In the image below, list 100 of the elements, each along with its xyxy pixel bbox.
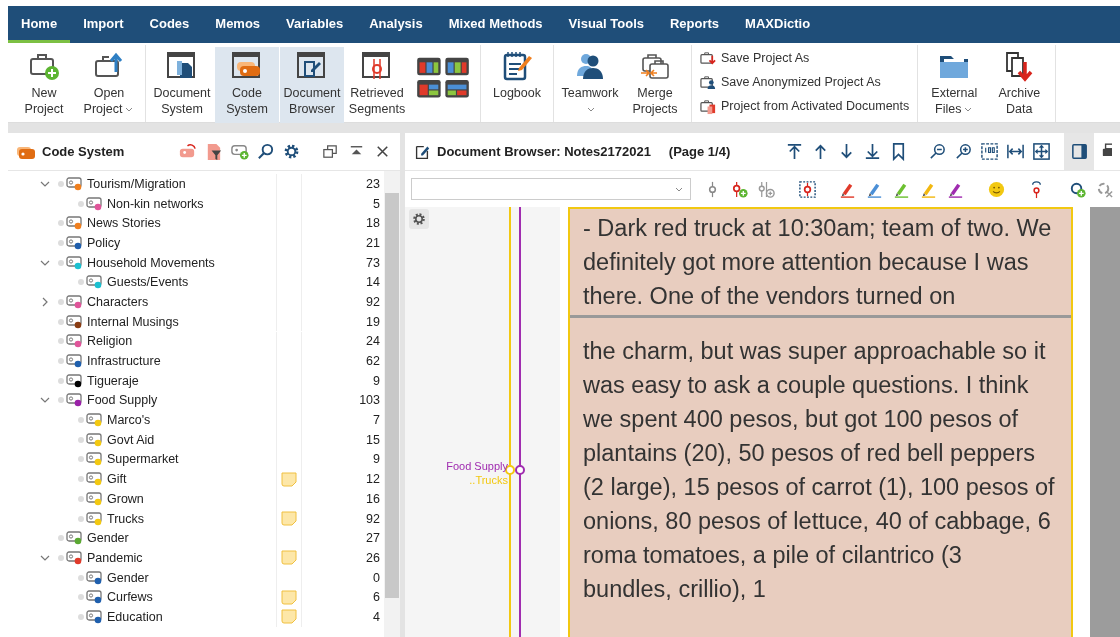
tag-plus-icon[interactable] [230,142,249,161]
margin-settings-button[interactable] [409,209,429,229]
ribbon-button[interactable]: External Files [922,47,987,123]
code-name[interactable]: Tigueraje [87,373,139,388]
ribbon-button[interactable]: Code System [215,47,279,123]
activation-dot[interactable] [78,436,84,443]
memo-icon[interactable] [281,589,297,605]
code-name[interactable]: Curfews [107,590,153,605]
menu-tab[interactable]: Codes [136,6,203,43]
ribbon-button[interactable]: Document Browser [280,47,344,123]
activation-dot[interactable] [78,574,84,581]
activation-dot[interactable] [78,495,84,502]
code-name[interactable]: Govt Aid [107,432,155,447]
arrow-bottom-icon[interactable] [863,142,882,161]
code-name[interactable]: Policy [87,235,121,250]
activation-dot[interactable] [58,397,64,404]
window-restore-icon[interactable] [321,142,340,161]
activation-dot[interactable] [78,594,84,601]
menu-tab[interactable]: Visual Tools [555,6,657,43]
ribbon-button[interactable]: Retrieved Segments [345,47,409,123]
menu-tab[interactable]: Memos [202,6,274,43]
memo-cell[interactable] [276,607,302,627]
coding-label[interactable]: Food Supply [446,460,508,472]
memo-icon[interactable] [281,609,297,625]
activation-dot[interactable] [78,279,84,286]
ribbon-button[interactable]: Project from Activated Documents [696,95,914,117]
ribbon-button[interactable]: Archive Data [987,47,1052,123]
code-name[interactable]: Religion [87,334,133,349]
activation-dot[interactable] [58,318,64,325]
activation-dot[interactable] [78,613,84,620]
ribbon-button[interactable]: Logbook [485,47,549,123]
activation-dot[interactable] [78,476,84,483]
activation-dot[interactable] [58,259,64,266]
activation-dot[interactable] [78,417,84,424]
memo-icon[interactable] [281,550,297,566]
side-panel-button[interactable] [1064,133,1094,170]
fit-page-icon[interactable] [1032,142,1051,161]
code-name[interactable]: Characters [87,294,149,309]
activation-dot[interactable] [58,338,64,345]
memo-cell[interactable] [276,548,302,568]
code-name[interactable]: Internal Musings [87,314,179,329]
menu-tab[interactable]: Mixed Methods [435,6,556,43]
code-name[interactable]: Grown [107,491,144,506]
code-name[interactable]: Infrastructure [87,354,161,369]
zoom-in-icon[interactable] [954,142,973,161]
activation-dot[interactable] [58,358,64,365]
search-icon[interactable] [256,142,275,161]
code-name[interactable]: News Stories [87,216,161,231]
ribbon-button[interactable]: Teamwork [558,47,622,123]
code-name[interactable]: Household Movements [87,255,215,270]
memo-cell[interactable] [276,469,302,489]
zoom-reset-icon[interactable] [980,142,999,161]
ribbon-button[interactable]: Open Project [77,47,141,123]
activation-dot[interactable] [58,535,64,542]
chevron-right-icon[interactable] [40,296,50,307]
memo-cell[interactable] [276,508,302,529]
activation-dot[interactable] [78,456,84,463]
memo-icon[interactable] [281,511,297,527]
code-name[interactable]: Tourism/Migration [87,176,186,191]
code-name[interactable]: Supermarket [107,452,179,467]
activation-dot[interactable] [78,515,84,522]
activation-dot[interactable] [58,220,64,227]
menu-tab[interactable]: Analysis [356,6,436,43]
activation-dot[interactable] [78,200,84,207]
activation-dot[interactable] [58,377,64,384]
ribbon-button[interactable]: New Project [12,47,76,123]
code-selection-icon[interactable] [797,179,817,199]
code-name[interactable]: Gender [107,570,149,585]
code-name[interactable]: Gender [87,531,129,546]
activation-dot[interactable] [58,298,64,305]
menu-tab[interactable]: Reports [657,6,733,43]
memo-icon[interactable] [281,471,297,487]
scrollbar[interactable] [384,171,400,637]
zoom-out-icon[interactable] [928,142,947,161]
menu-tab[interactable]: MAXDictio [732,6,824,43]
memo-cell[interactable] [276,587,302,608]
code-pins-icon[interactable] [757,179,777,199]
settings-icon[interactable] [282,142,301,161]
smiley-icon[interactable] [986,179,1006,199]
code-name[interactable]: Guests/Events [107,275,189,290]
code-name[interactable]: Non-kin networks [107,196,204,211]
activation-dot[interactable] [58,239,64,246]
code-name[interactable]: Pandemic [87,550,143,565]
code-pin-plus-icon[interactable] [730,179,750,199]
activation-dot[interactable] [58,180,64,187]
arrow-top-icon[interactable] [785,142,804,161]
code-name[interactable]: Gift [107,472,127,487]
menu-tab[interactable]: Variables [273,6,357,43]
menu-tab[interactable]: Import [70,6,137,43]
ribbon-button[interactable]: Save Project As [696,47,814,69]
code-name[interactable]: Marco's [107,413,151,428]
ribbon-button[interactable]: Save Anonymized Project As [696,71,885,93]
code-dropdown[interactable] [411,178,692,200]
fit-width-icon[interactable] [1006,142,1025,161]
ribbon-button[interactable]: Merge Projects [623,47,687,123]
code-name[interactable]: Food Supply [87,393,158,408]
code-name[interactable]: Trucks [107,511,145,526]
code-name[interactable]: Education [107,609,163,624]
ribbon-button[interactable]: Document System [150,47,214,123]
activation-dot[interactable] [58,554,64,561]
